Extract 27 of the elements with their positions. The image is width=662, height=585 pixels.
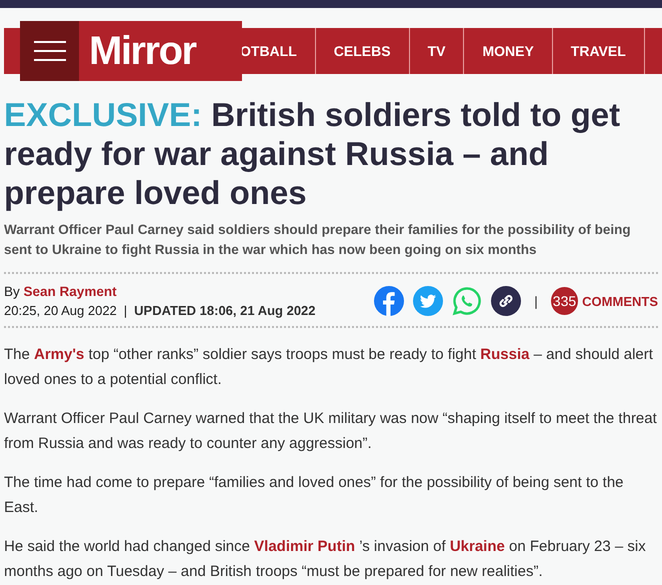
paragraph: The Army's top “other ranks” soldier says troops must be ready to fight Russia – and should alert loved ones to a potential conflict. xyxy=(4,345,654,390)
headline: EXCLUSIVE: British soldiers told to get ready for war against Russia – and prepare loved ones xyxy=(4,95,622,212)
nav-link[interactable]: TRAVEL xyxy=(552,28,645,74)
nav-link[interactable]: CELEBS xyxy=(316,28,410,74)
link[interactable]: Russia xyxy=(480,346,530,363)
paragraph: Warrant Officer Paul Carney warned that the UK military was now “shaping itself to meet the threat from Russia and was ready to counter any aggression”. xyxy=(4,409,658,454)
nav-link[interactable]: TV xyxy=(410,28,464,74)
paragraph: The time had come to prepare “families and loved ones” for the possibility of being sent to the East. xyxy=(4,473,625,518)
menu-button[interactable] xyxy=(20,21,79,81)
facebook-icon[interactable] xyxy=(374,286,404,316)
link[interactable]: Ukraine xyxy=(450,538,505,555)
logo[interactable]: Mirror xyxy=(79,21,196,81)
author-link[interactable]: Sean Rayment xyxy=(24,284,117,299)
comments-link[interactable]: 335 COMMENTS xyxy=(550,287,658,315)
separator: | xyxy=(124,303,128,318)
updated-date: UPDATED 18:06, 21 Aug 2022 xyxy=(134,303,316,318)
published-date: 20:25, 20 Aug 2022 xyxy=(4,303,117,318)
nav-link[interactable]: MONEY xyxy=(464,28,553,74)
link[interactable]: Army's xyxy=(34,346,84,363)
menu-icon xyxy=(32,39,68,63)
separator: | xyxy=(534,294,538,308)
bird-icon[interactable] xyxy=(413,286,444,316)
paragraph: He said the world had changed since Vladimir Putin ’s invasion of Ukraine on February 23 – six months ago on Tuesday – and British troops “must be prepared for new realities”. xyxy=(4,537,647,582)
link-icon[interactable] xyxy=(491,286,522,316)
byline-prefix: By xyxy=(4,284,20,299)
standfirst: Warrant Officer Paul Carney said soldiers should prepare their families for the possibility of being sent to Ukraine to fight Russia in the war which has now been going on six months xyxy=(4,221,632,259)
link[interactable]: Vladimir Putin xyxy=(254,538,356,555)
